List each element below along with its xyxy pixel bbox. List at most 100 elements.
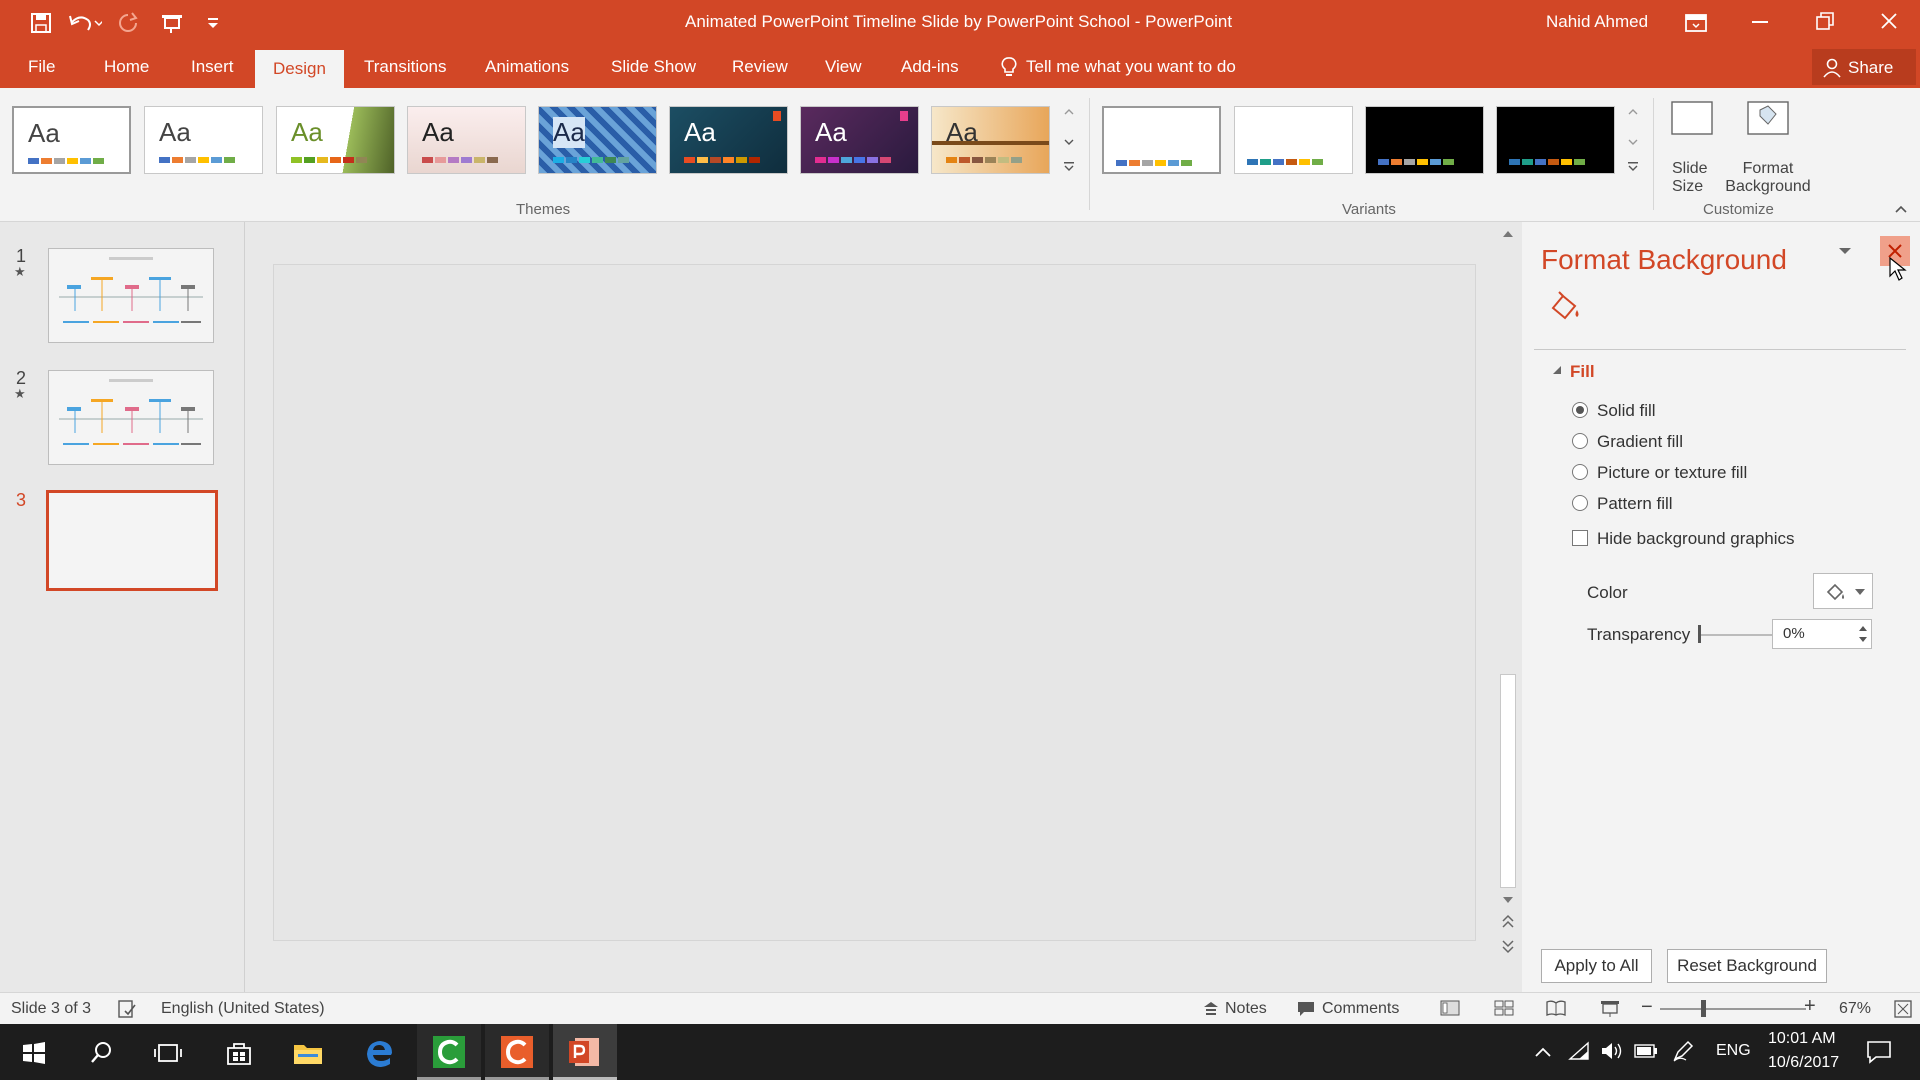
show-hidden-icons-icon[interactable] <box>1534 1046 1552 1058</box>
tab-view[interactable]: View <box>825 57 862 77</box>
tab-file[interactable]: File <box>28 57 55 77</box>
tab-design[interactable]: Design <box>255 50 344 88</box>
restore-icon[interactable] <box>1816 12 1834 30</box>
solid-fill-radio[interactable] <box>1572 402 1588 418</box>
save-icon[interactable] <box>30 12 52 34</box>
camtasia-taskbar-button[interactable] <box>417 1024 481 1080</box>
pattern-fill-label[interactable]: Pattern fill <box>1597 494 1673 514</box>
action-center-icon[interactable] <box>1866 1040 1892 1064</box>
picture-texture-fill-label[interactable]: Picture or texture fill <box>1597 463 1747 483</box>
slide-show-icon[interactable] <box>1600 999 1620 1017</box>
tab-add-ins[interactable]: Add-ins <box>901 57 959 77</box>
share-button[interactable]: Share <box>1812 49 1916 85</box>
redo-icon[interactable] <box>118 12 140 34</box>
format-background-button[interactable]: Format Background <box>1722 98 1814 198</box>
zoom-out-icon[interactable]: − <box>1641 996 1653 1019</box>
tab-home[interactable]: Home <box>104 57 149 77</box>
close-window-icon[interactable] <box>1880 12 1898 30</box>
network-icon[interactable] <box>1568 1041 1590 1061</box>
variants-scroll-icon[interactable] <box>1626 104 1640 178</box>
theme-facet[interactable]: Aa <box>276 106 395 174</box>
theme-retrospect[interactable]: Aa <box>931 106 1050 174</box>
collapse-ribbon-icon[interactable] <box>1894 204 1908 214</box>
variant-4[interactable] <box>1496 106 1615 174</box>
color-picker-button[interactable] <box>1813 573 1873 609</box>
task-view-icon[interactable] <box>154 1042 182 1064</box>
store-icon[interactable] <box>225 1040 253 1066</box>
slide-thumbnail-2[interactable] <box>48 370 214 465</box>
language-indicator[interactable]: English (United States) <box>161 1000 325 1018</box>
comments-button[interactable]: Comments <box>1322 1000 1399 1018</box>
scroll-up-icon[interactable] <box>1501 228 1515 240</box>
zoom-slider-thumb[interactable] <box>1701 1000 1706 1017</box>
slide-canvas[interactable] <box>273 264 1476 941</box>
fit-to-window-icon[interactable] <box>1894 1000 1912 1018</box>
pen-icon[interactable] <box>1672 1040 1694 1062</box>
zoom-slider[interactable] <box>1660 1008 1806 1010</box>
pane-options-icon[interactable] <box>1838 246 1852 256</box>
undo-icon[interactable] <box>68 12 102 34</box>
theme-ion-boardroom[interactable]: Aa <box>669 106 788 174</box>
spell-check-icon[interactable] <box>117 999 137 1019</box>
collapse-triangle-icon[interactable] <box>1551 364 1563 376</box>
reset-background-button[interactable]: Reset Background <box>1667 949 1827 983</box>
theme-office-2[interactable]: Aa <box>144 106 263 174</box>
normal-view-icon[interactable] <box>1440 999 1460 1017</box>
edge-browser-icon[interactable] <box>364 1039 394 1067</box>
zoom-in-icon[interactable]: + <box>1804 995 1816 1018</box>
file-explorer-icon[interactable] <box>292 1040 324 1066</box>
hide-background-graphics-checkbox[interactable] <box>1572 530 1588 546</box>
gradient-fill-label[interactable]: Gradient fill <box>1597 432 1683 452</box>
slide-thumbnail-3[interactable] <box>46 490 218 591</box>
start-from-beginning-icon[interactable] <box>160 12 186 34</box>
theme-ion[interactable]: Aa <box>538 106 657 174</box>
powerpoint-taskbar-button[interactable] <box>553 1024 617 1080</box>
scroll-thumb[interactable] <box>1500 674 1516 888</box>
previous-slide-icon[interactable] <box>1501 914 1515 930</box>
battery-icon[interactable] <box>1634 1044 1658 1058</box>
reading-view-icon[interactable] <box>1546 999 1566 1017</box>
recorder-taskbar-button[interactable] <box>485 1024 549 1080</box>
clock-date[interactable]: 10/6/2017 <box>1768 1054 1839 1072</box>
fill-section-header[interactable]: Fill <box>1570 362 1595 382</box>
user-name[interactable]: Nahid Ahmed <box>1546 12 1648 32</box>
gradient-fill-radio[interactable] <box>1572 433 1588 449</box>
slide-sorter-icon[interactable] <box>1494 999 1514 1017</box>
transparency-slider-thumb[interactable] <box>1698 625 1701 643</box>
variant-1[interactable] <box>1102 106 1221 174</box>
minimize-icon[interactable] <box>1752 20 1768 24</box>
clock-time[interactable]: 10:01 AM <box>1768 1030 1836 1048</box>
hide-background-graphics-label[interactable]: Hide background graphics <box>1597 529 1795 549</box>
tell-me-search[interactable]: Tell me what you want to do <box>1026 57 1236 77</box>
spinner-arrows-icon[interactable] <box>1857 623 1869 645</box>
volume-icon[interactable] <box>1600 1041 1624 1061</box>
apply-to-all-button[interactable]: Apply to All <box>1541 949 1652 983</box>
windows-start-icon[interactable] <box>22 1042 46 1064</box>
fill-bucket-icon[interactable] <box>1547 290 1583 324</box>
tab-transitions[interactable]: Transitions <box>364 57 447 77</box>
ribbon-display-options-icon[interactable] <box>1685 13 1707 33</box>
notes-button[interactable]: Notes <box>1225 1000 1267 1018</box>
tab-insert[interactable]: Insert <box>191 57 234 77</box>
theme-integral[interactable]: Aa <box>407 106 526 174</box>
variant-2[interactable] <box>1234 106 1353 174</box>
slide-size-button[interactable]: Slide Size <box>1664 98 1720 198</box>
tab-animations[interactable]: Animations <box>485 57 569 77</box>
theme-office[interactable]: Aa <box>12 106 131 174</box>
pattern-fill-radio[interactable] <box>1572 495 1588 511</box>
picture-texture-fill-radio[interactable] <box>1572 464 1588 480</box>
input-language[interactable]: ENG <box>1716 1042 1751 1060</box>
customize-qat-icon[interactable] <box>206 16 220 30</box>
solid-fill-label[interactable]: Solid fill <box>1597 401 1656 421</box>
themes-scroll-icon[interactable] <box>1062 104 1076 178</box>
search-icon[interactable] <box>90 1041 112 1065</box>
zoom-level[interactable]: 67% <box>1839 1000 1871 1018</box>
next-slide-icon[interactable] <box>1501 938 1515 954</box>
slide-thumbnail-1[interactable] <box>48 248 214 343</box>
transparency-input[interactable]: 0% <box>1772 619 1872 649</box>
variant-3[interactable] <box>1365 106 1484 174</box>
theme-organic[interactable]: Aa <box>800 106 919 174</box>
scroll-down-icon[interactable] <box>1501 894 1515 906</box>
slide-vertical-scrollbar[interactable] <box>1497 224 1519 960</box>
tab-review[interactable]: Review <box>732 57 788 77</box>
